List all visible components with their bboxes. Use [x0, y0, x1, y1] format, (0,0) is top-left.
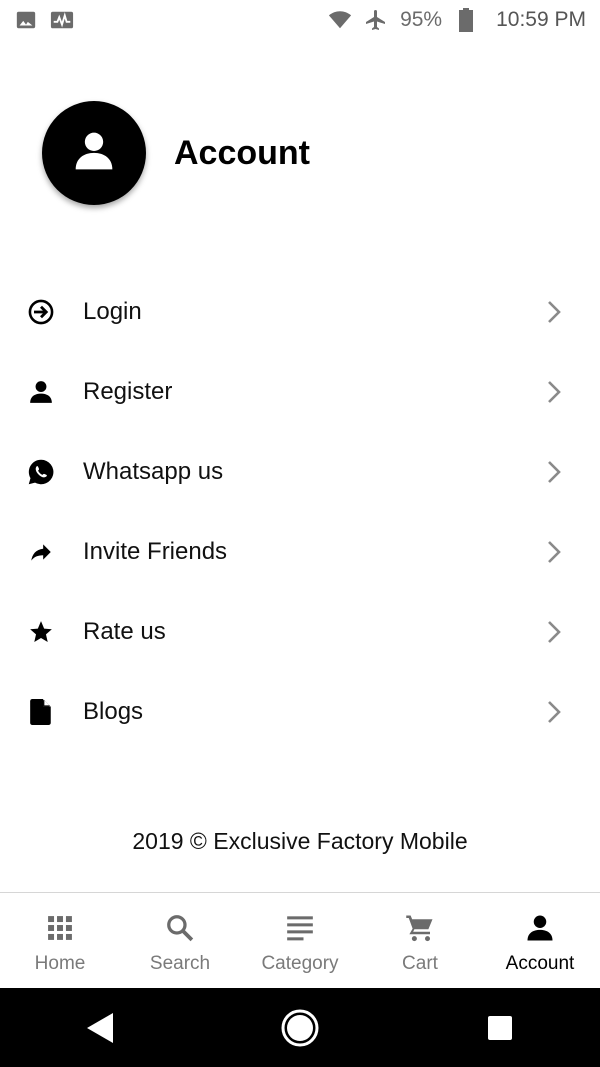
- person-icon: [26, 377, 56, 407]
- chevron-right-icon: [542, 700, 566, 724]
- search-icon: [163, 911, 197, 945]
- system-nav-bar: [0, 988, 600, 1067]
- menu-item-register[interactable]: Register: [0, 352, 600, 432]
- menu-item-label: Rate us: [83, 618, 166, 645]
- nav-item-cart[interactable]: Cart: [360, 893, 480, 988]
- nav-item-home[interactable]: Home: [0, 893, 120, 988]
- status-left: [14, 8, 74, 32]
- wifi-icon: [328, 8, 352, 32]
- account-menu: Login Register Whatsapp us Invite Friend…: [0, 272, 600, 752]
- whatsapp-icon: [26, 457, 56, 487]
- menu-item-label: Login: [83, 298, 142, 325]
- nav-label: Category: [261, 953, 339, 974]
- menu-item-label: Whatsapp us: [83, 458, 224, 485]
- nav-label: Account: [505, 953, 575, 974]
- battery-percent: 95%: [400, 8, 443, 31]
- grid-icon: [43, 911, 77, 945]
- person-icon: [72, 129, 116, 178]
- chevron-right-icon: [542, 300, 566, 324]
- chevron-right-icon: [542, 380, 566, 404]
- recents-icon[interactable]: [476, 1004, 524, 1052]
- back-icon[interactable]: [76, 1004, 124, 1052]
- menu-item-whatsapp[interactable]: Whatsapp us: [0, 432, 600, 512]
- cart-icon: [403, 911, 437, 945]
- nav-item-category[interactable]: Category: [240, 893, 360, 988]
- status-bar: 95% 10:59 PM: [0, 0, 600, 40]
- chevron-right-icon: [542, 620, 566, 644]
- copyright-text: 2019 © Exclusive Factory Mobile: [132, 828, 468, 854]
- chevron-right-icon: [542, 460, 566, 484]
- airplane-icon: [364, 8, 388, 32]
- menu-item-rate-us[interactable]: Rate us: [0, 592, 600, 672]
- menu-item-blogs[interactable]: Blogs: [0, 672, 600, 752]
- chevron-right-icon: [542, 540, 566, 564]
- menu-item-login[interactable]: Login: [0, 272, 600, 352]
- nav-label: Cart: [402, 953, 438, 974]
- battery-icon: [454, 8, 478, 32]
- activity-icon: [50, 8, 74, 32]
- nav-label: Home: [34, 953, 86, 974]
- home-circle-icon[interactable]: [276, 1004, 324, 1052]
- menu-item-label: Register: [83, 378, 173, 405]
- share-icon: [26, 537, 56, 567]
- list-icon: [283, 911, 317, 945]
- login-icon: [26, 297, 56, 327]
- account-header: Account: [42, 100, 310, 206]
- image-icon: [14, 8, 38, 32]
- nav-item-account[interactable]: Account: [480, 893, 600, 988]
- menu-item-label: Invite Friends: [83, 538, 228, 565]
- menu-item-invite-friends[interactable]: Invite Friends: [0, 512, 600, 592]
- star-icon: [26, 617, 56, 647]
- status-right: 95% 10:59 PM: [328, 8, 586, 32]
- document-icon: [26, 697, 56, 727]
- avatar[interactable]: [42, 101, 146, 205]
- person-icon: [523, 911, 557, 945]
- nav-item-search[interactable]: Search: [120, 893, 240, 988]
- clock: 10:59 PM: [496, 8, 586, 31]
- menu-item-label: Blogs: [83, 698, 144, 725]
- nav-label: Search: [149, 953, 211, 974]
- page-title: Account: [174, 133, 310, 172]
- bottom-nav: Home Search Category Cart Account: [0, 892, 600, 988]
